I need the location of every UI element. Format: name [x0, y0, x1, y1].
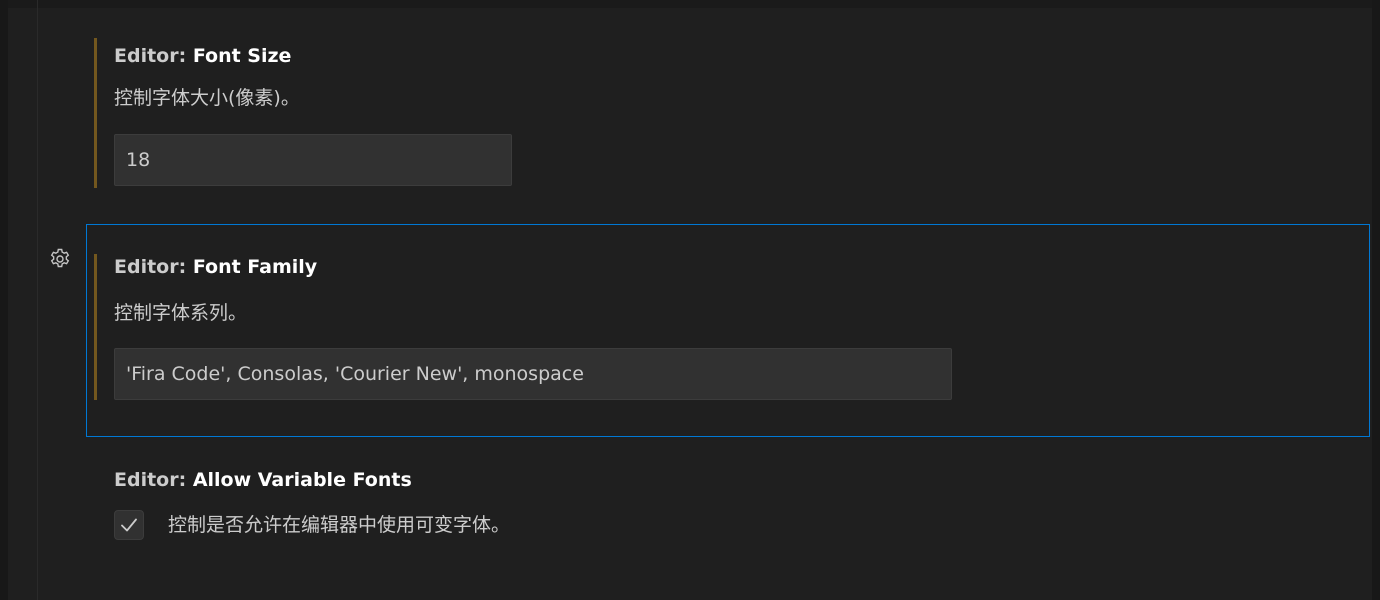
- modified-indicator: [94, 38, 97, 188]
- settings-editor: Editor: Font Size 控制字体大小(像素)。 18 Editor:…: [0, 0, 1380, 600]
- setting-title: Editor: Font Family: [114, 255, 317, 279]
- setting-category: Editor:: [114, 45, 193, 67]
- setting-font-family[interactable]: Editor: Font Family 控制字体系列。 'Fira Code',…: [86, 224, 1370, 437]
- setting-description: 控制字体系列。: [114, 302, 248, 324]
- gear-icon[interactable]: [48, 247, 72, 271]
- modified-indicator: [94, 254, 97, 400]
- setting-title: Editor: Allow Variable Fonts: [114, 468, 412, 492]
- top-edge: [0, 0, 1380, 8]
- left-edge: [0, 0, 8, 600]
- setting-category: Editor:: [114, 256, 193, 278]
- setting-allow-variable-fonts[interactable]: Editor: Allow Variable Fonts 控制是否允许在编辑器中…: [86, 448, 1370, 568]
- setting-name: Font Family: [192, 256, 318, 278]
- toc-divider: [37, 0, 38, 600]
- setting-category: Editor:: [114, 469, 193, 491]
- allow-variable-fonts-checkbox[interactable]: [114, 510, 144, 540]
- checkmark-icon: [121, 518, 137, 532]
- setting-description: 控制字体大小(像素)。: [114, 87, 300, 109]
- setting-font-size[interactable]: Editor: Font Size 控制字体大小(像素)。 18: [86, 30, 1370, 200]
- font-size-input[interactable]: 18: [114, 134, 512, 186]
- setting-title: Editor: Font Size: [114, 44, 291, 68]
- font-family-input[interactable]: 'Fira Code', Consolas, 'Courier New', mo…: [114, 348, 952, 400]
- setting-name: Font Size: [192, 45, 292, 67]
- setting-name: Allow Variable Fonts: [192, 469, 412, 491]
- setting-description: 控制是否允许在编辑器中使用可变字体。: [168, 514, 511, 536]
- scrollbar-track[interactable]: [1372, 0, 1380, 600]
